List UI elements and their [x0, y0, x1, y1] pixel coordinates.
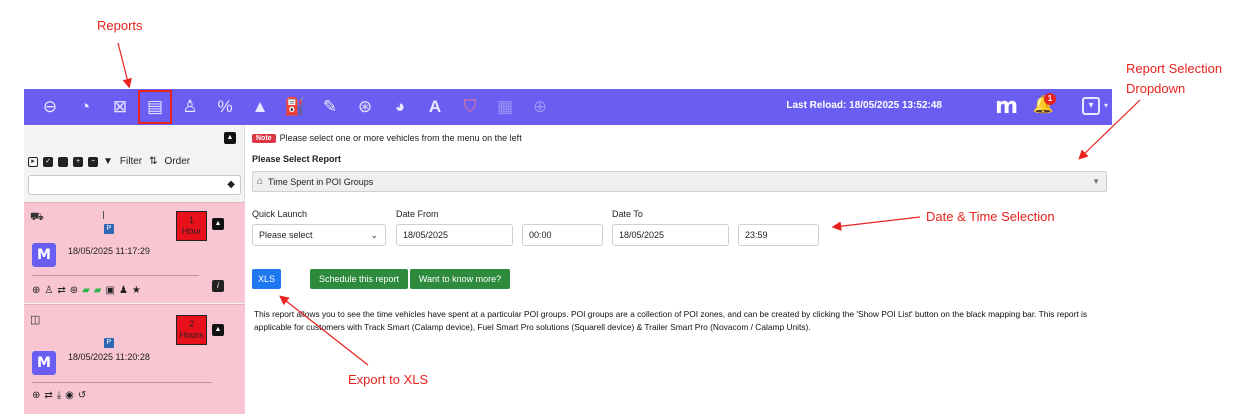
date-from-input[interactable]: 18/05/2025: [396, 224, 513, 246]
last-reload-text: Last Reload: 18/05/2025 13:52:48: [786, 100, 942, 111]
annotation-report-selection-dropdown: Dropdown: [1126, 81, 1186, 96]
back-arrow-icon[interactable]: ⊖: [38, 95, 62, 119]
vehicle-card[interactable]: ◫ P 2 Hours ▲ M 18/05/2025 11:20:28 ⊕⇄⤓◉…: [24, 304, 245, 414]
select-report-label: Please Select Report: [252, 154, 342, 164]
percent-tools-icon[interactable]: %: [213, 95, 237, 119]
vehicle-search-input[interactable]: ◆: [28, 175, 241, 195]
eraser-icon[interactable]: ◆: [227, 179, 235, 190]
warning-icon[interactable]: ▲: [248, 95, 272, 119]
notification-badge: 1: [1044, 93, 1056, 105]
user-caret-icon[interactable]: ▾: [1104, 101, 1108, 110]
annotation-report-selection: Report Selection: [1126, 61, 1223, 76]
chevron-down-icon[interactable]: ▼: [1092, 177, 1100, 186]
square-icon[interactable]: [58, 156, 68, 167]
play-icon[interactable]: ▸: [28, 156, 38, 167]
check-all-icon[interactable]: ✓: [43, 156, 53, 167]
sidebar-collapse-button[interactable]: ▲: [224, 132, 236, 144]
brand-logo[interactable]: m: [995, 94, 1018, 119]
sort-icon[interactable]: ⇅: [149, 156, 157, 167]
note-text: Please select one or more vehicles from …: [279, 133, 522, 143]
quick-launch-label: Quick Launch: [252, 209, 308, 219]
want-to-know-more-button[interactable]: Want to know more?: [410, 269, 510, 289]
parked-badge: P: [104, 224, 114, 234]
note-row: Note Please select one or more vehicles …: [252, 133, 522, 143]
vehicle-logo: M: [32, 243, 56, 267]
user-profile-icon[interactable]: ▾: [1082, 97, 1100, 115]
time-to-input[interactable]: 23:59: [738, 224, 819, 246]
reports-document-icon[interactable]: ▤: [138, 90, 172, 124]
speedometer-icon[interactable]: ◕: [388, 95, 412, 119]
expand-plus-icon[interactable]: +: [73, 156, 83, 167]
time-from-input[interactable]: 00:00: [522, 224, 603, 246]
export-xls-button[interactable]: XLS: [252, 269, 281, 289]
chevron-down-icon[interactable]: ⌄: [370, 230, 378, 241]
filter-label[interactable]: Filter: [120, 156, 142, 167]
card-separator: [32, 382, 212, 383]
camera-icon: ◫: [30, 314, 41, 326]
truck-icon: ⛟: [30, 211, 44, 223]
vehicle-logo: M: [32, 351, 56, 375]
collapse-minus-icon[interactable]: −: [88, 156, 98, 167]
fuel-pump-icon[interactable]: ⛽: [283, 95, 307, 119]
card-separator: [32, 275, 199, 276]
vehicle-action-icons[interactable]: ⊕♙⇄⊛▰▰▣♟★: [32, 285, 145, 296]
annotation-date-time-selection: Date & Time Selection: [926, 209, 1055, 224]
vehicle-timestamp: 18/05/2025 11:17:29: [68, 246, 150, 256]
card-collapse-button[interactable]: ▲: [212, 324, 224, 336]
report-select-dropdown[interactable]: ⌂ Time Spent in POI Groups ▼: [252, 171, 1107, 192]
arrow-reports: [117, 42, 132, 89]
annotation-export-xls: Export to XLS: [348, 372, 429, 387]
filter-icon[interactable]: ▼: [103, 156, 113, 167]
date-from-label: Date From: [396, 209, 439, 219]
lifebuoy-icon[interactable]: ⊛: [353, 95, 377, 119]
edit-icon[interactable]: ✎: [318, 95, 342, 119]
report-select-value: Time Spent in POI Groups: [268, 176, 374, 187]
font-a-icon[interactable]: A: [423, 95, 447, 119]
hours-badge: 1 Hour: [176, 211, 207, 241]
top-navigation-bar: ⊖ ◔ ⊠ ▤ ♙ % ▲ ⛽ ✎ ⊛ ◕ A ⛉ ▦ ⊕ Last Reloa…: [24, 89, 1112, 125]
annotation-reports: Reports: [97, 18, 143, 33]
dashboard-gauge-icon[interactable]: ◔: [73, 95, 97, 119]
vehicle-timestamp: 18/05/2025 11:20:28: [68, 352, 150, 362]
schedule-report-button[interactable]: Schedule this report: [310, 269, 408, 289]
arrow-date-time: [831, 216, 921, 231]
date-to-input[interactable]: 18/05/2025: [612, 224, 729, 246]
report-description: This report allows you to see the time v…: [254, 309, 1088, 332]
date-to-label: Date To: [612, 209, 643, 219]
building-icon: ⌂: [257, 176, 264, 187]
poi-person-pin-icon[interactable]: ♙: [178, 95, 202, 119]
hours-badge: 2 Hours: [176, 315, 207, 345]
quick-launch-select[interactable]: Please select ⌄: [252, 224, 386, 246]
info-icon[interactable]: i: [212, 280, 224, 292]
vehicle-sidebar: ▲ ▸ ✓ + − ▼ Filter ⇅ Order ◆ ⛟ P 1 Hour …: [24, 125, 245, 414]
order-label[interactable]: Order: [165, 156, 191, 167]
map-pin-icon[interactable]: ⊠: [108, 95, 132, 119]
sidebar-toolbar: ▸ ✓ + − ▼ Filter ⇅ Order: [28, 156, 197, 167]
steering-wheel-icon[interactable]: ⊕: [528, 95, 552, 119]
note-badge: Note: [252, 133, 276, 143]
vehicle-action-icons[interactable]: ⊕⇄⤓◉↺: [32, 390, 90, 401]
vehicle-card[interactable]: ⛟ P 1 Hour ▲ M 18/05/2025 11:17:29 ⊕♙⇄⊛▰…: [24, 202, 245, 303]
parked-badge: P: [104, 338, 114, 348]
divider: [103, 211, 104, 219]
card-collapse-button[interactable]: ▲: [212, 218, 224, 230]
truck-icon[interactable]: ▦: [493, 95, 517, 119]
shield-icon[interactable]: ⛉: [458, 95, 482, 119]
